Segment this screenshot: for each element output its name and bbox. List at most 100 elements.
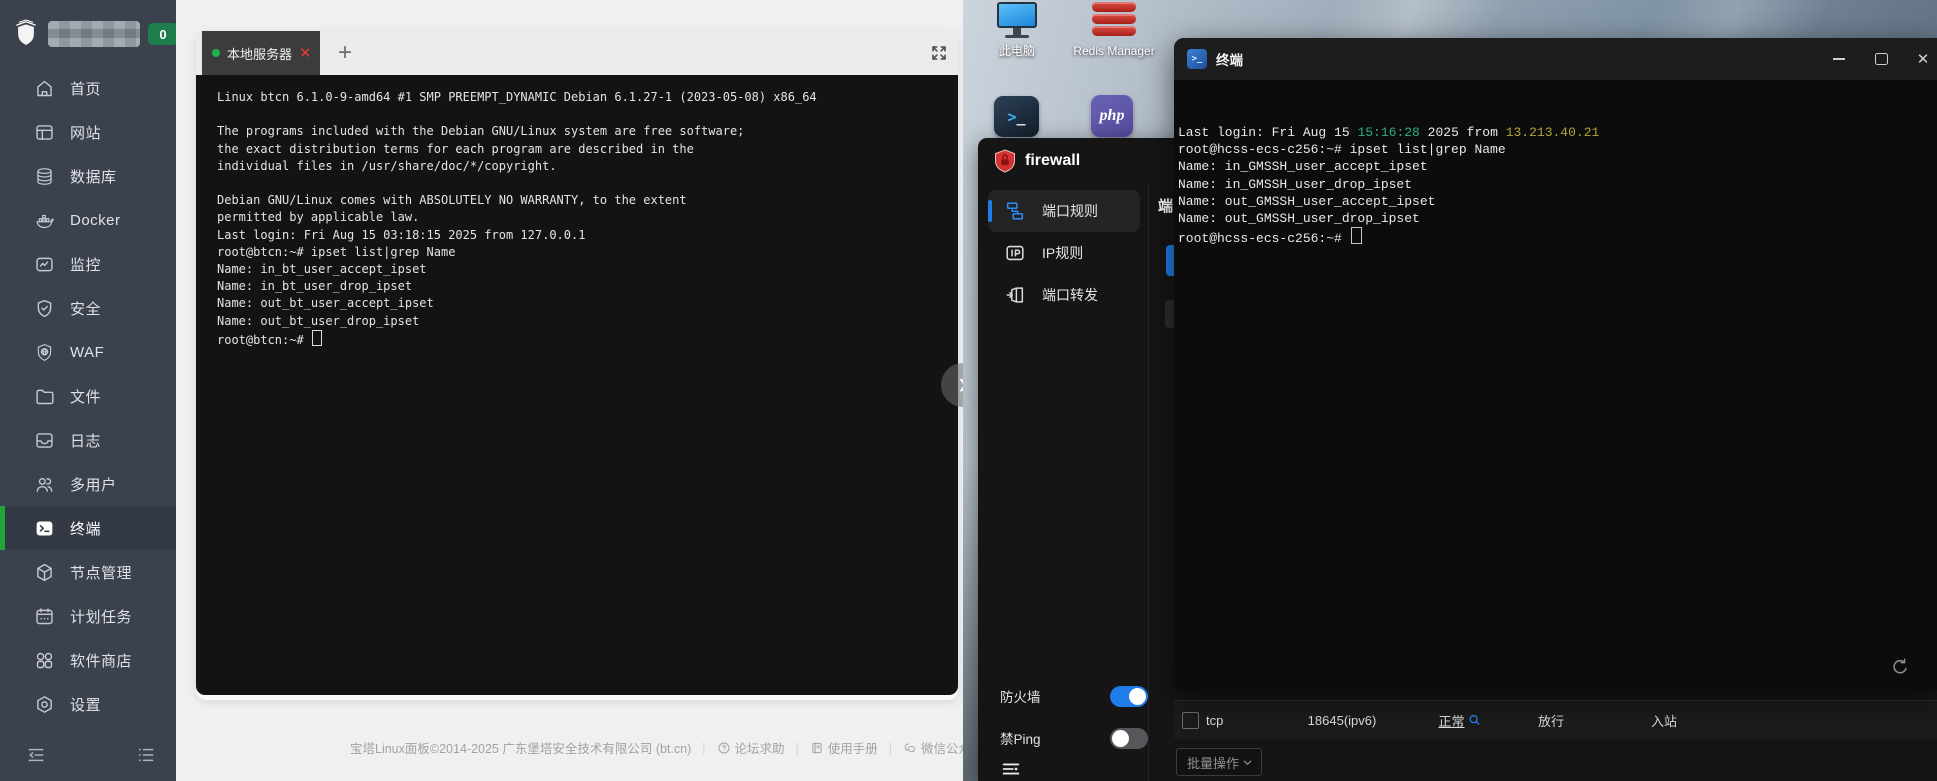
add-tab-button[interactable]: + bbox=[327, 31, 363, 75]
minimize-icon bbox=[1833, 58, 1845, 60]
remote-terminal-titlebar[interactable]: >_ 终端 ✕ bbox=[1174, 38, 1937, 80]
batch-action-label: 批量操作 bbox=[1187, 753, 1239, 772]
sidebar-item-appstore[interactable]: 软件商店 bbox=[0, 638, 176, 682]
desktop-icon-php[interactable]: php bbox=[1091, 95, 1133, 137]
sidebar-item-label: Docker bbox=[70, 212, 121, 229]
terminal-prompt-line: root@btcn:~# bbox=[217, 330, 958, 349]
sidebar-item-label: 设置 bbox=[70, 694, 101, 715]
firewall-menu-ip-rules[interactable]: IP规则 bbox=[988, 232, 1140, 274]
minimize-button[interactable] bbox=[1825, 45, 1853, 73]
footer-link-wechat[interactable]: 微信公众号 bbox=[903, 738, 963, 757]
nav-list-icon[interactable] bbox=[136, 745, 156, 765]
rule-protocol: tcp bbox=[1206, 701, 1223, 739]
port-rule-row[interactable]: tcp 18645(ipv6) 正常 放行 入站 bbox=[1174, 700, 1937, 739]
sidebar-item-multiuser[interactable]: 多用户 bbox=[0, 462, 176, 506]
refresh-icon[interactable] bbox=[1889, 656, 1911, 678]
rule-checkbox[interactable] bbox=[1182, 701, 1199, 739]
sidebar-item-label: 安全 bbox=[70, 298, 101, 319]
terminal-line: root@hcss-ecs-c256:~# ipset list|grep Na… bbox=[1178, 141, 1937, 158]
divider bbox=[1148, 184, 1149, 781]
remote-terminal-window: >_ 终端 ✕ Last login: Fri Aug 15 15:16:28 … bbox=[1174, 38, 1937, 690]
logs-icon bbox=[34, 430, 55, 451]
footer-link-forum[interactable]: 论坛求助 bbox=[717, 738, 785, 757]
expand-icon[interactable] bbox=[930, 44, 948, 62]
sidebar-item-waf[interactable]: WAF bbox=[0, 330, 176, 374]
footer-link-manual[interactable]: 使用手册 bbox=[810, 738, 878, 757]
desktop-icon-label: 此电脑 bbox=[999, 44, 1035, 58]
footer-link-label: 微信公众号 bbox=[921, 738, 963, 757]
sidebar-item-files[interactable]: 文件 bbox=[0, 374, 176, 418]
desktop-icon-redis-manager[interactable]: Redis Manager bbox=[1072, 2, 1156, 58]
sidebar-item-terminal[interactable]: 终端 bbox=[0, 506, 176, 550]
local-terminal-screen[interactable]: Linux btcn 6.1.0-9-amd64 #1 SMP PREEMPT_… bbox=[196, 75, 958, 695]
divider: | bbox=[702, 741, 705, 755]
terminal-line: Name: in_bt_user_drop_ipset bbox=[217, 278, 958, 295]
security-icon bbox=[34, 298, 55, 319]
firewall-menu-label: 端口规则 bbox=[1042, 201, 1098, 221]
sidebar-item-monitor[interactable]: 监控 bbox=[0, 242, 176, 286]
sidebar-item-label: 监控 bbox=[70, 254, 101, 275]
toggle-knob bbox=[1129, 688, 1146, 705]
sidebar-item-database[interactable]: 数据库 bbox=[0, 154, 176, 198]
menu-lines-icon[interactable] bbox=[1000, 758, 1022, 780]
firewall-menu: 端口规则 IP规则端口转发 bbox=[988, 190, 1140, 316]
nodes-icon bbox=[34, 562, 55, 583]
sidebar-item-label: 终端 bbox=[70, 518, 101, 539]
remote-terminal-title: 终端 bbox=[1216, 49, 1243, 69]
settings-icon bbox=[34, 694, 55, 715]
firewall-switch[interactable] bbox=[1110, 686, 1148, 707]
docker-icon bbox=[34, 210, 55, 231]
server-name-redacted bbox=[48, 21, 140, 47]
toggle-row-ping-block-switch: 禁Ping bbox=[1000, 726, 1148, 750]
port-rules-icon bbox=[1004, 200, 1026, 222]
checkbox[interactable] bbox=[1182, 712, 1199, 729]
sidebar-item-cron[interactable]: 计划任务 bbox=[0, 594, 176, 638]
terminal-line: Name: out_bt_user_drop_ipset bbox=[217, 313, 958, 330]
ip-rules-icon bbox=[1004, 242, 1026, 264]
sidebar-item-security[interactable]: 安全 bbox=[0, 286, 176, 330]
bt-sidebar: 0 首页网站数据库 Docker 监控安全 WAF 文件日志多用户终端节点管理计划任务软… bbox=[0, 0, 176, 781]
monitor-icon bbox=[34, 254, 55, 275]
sidebar-item-label: 文件 bbox=[70, 386, 101, 407]
terminal-cursor bbox=[1351, 227, 1362, 244]
batch-action-select[interactable]: 批量操作 bbox=[1176, 748, 1262, 776]
sidebar-item-nodes[interactable]: 节点管理 bbox=[0, 550, 176, 594]
sidebar-item-logs[interactable]: 日志 bbox=[0, 418, 176, 462]
rule-direction: 入站 bbox=[1651, 701, 1677, 739]
firewall-menu-port-rules[interactable]: 端口规则 bbox=[988, 190, 1140, 232]
tab-local-server[interactable]: 本地服务器 ✕ bbox=[202, 31, 320, 75]
sidebar-item-home[interactable]: 首页 bbox=[0, 66, 176, 110]
book-icon bbox=[810, 741, 824, 755]
desktop-icon-this-pc[interactable]: 此电脑 bbox=[975, 2, 1059, 58]
firewall-menu-label: 端口转发 bbox=[1042, 285, 1098, 305]
port-forward-icon bbox=[1004, 284, 1026, 306]
terminal-line: root@hcss-ecs-c256:~# bbox=[1178, 227, 1937, 247]
windows-desktop: 此电脑 Redis Manager >_ php firewall 端口规则IP… bbox=[963, 0, 1937, 781]
maximize-button[interactable] bbox=[1867, 45, 1895, 73]
close-button[interactable]: ✕ bbox=[1909, 45, 1937, 73]
rule-status-link[interactable]: 正常 bbox=[1438, 701, 1481, 739]
connected-dot-icon bbox=[212, 49, 220, 57]
remote-terminal-screen[interactable]: Last login: Fri Aug 15 15:16:28 2025 fro… bbox=[1178, 118, 1937, 690]
terminal-line: individual files in /usr/share/doc/*/cop… bbox=[217, 158, 958, 175]
sidebar-item-settings[interactable]: 设置 bbox=[0, 682, 176, 726]
terminal-line bbox=[217, 175, 958, 192]
ping-block-switch[interactable] bbox=[1110, 728, 1148, 749]
desktop-icon-terminal-app[interactable]: >_ bbox=[994, 96, 1039, 137]
close-tab-icon[interactable]: ✕ bbox=[299, 46, 312, 61]
terminal-line: Name: in_GMSSH_user_drop_ipset bbox=[1178, 176, 1937, 193]
terminal-tabbar: 本地服务器 ✕ + bbox=[196, 31, 958, 75]
tab-title: 本地服务器 bbox=[227, 44, 292, 63]
firewall-menu-label: IP规则 bbox=[1042, 243, 1083, 263]
sidebar-item-website[interactable]: 网站 bbox=[0, 110, 176, 154]
sidebar-item-docker[interactable]: Docker bbox=[0, 198, 176, 242]
bt-sidebar-bottom bbox=[0, 745, 176, 769]
partially-hidden-heading: 端 bbox=[1158, 195, 1173, 216]
desktop-icon-label: Redis Manager bbox=[1073, 44, 1154, 58]
collapse-sidebar-icon[interactable] bbox=[26, 745, 46, 765]
bt-main-content: 本地服务器 ✕ + Linux btcn 6.1.0-9-amd64 #1 SM… bbox=[176, 0, 963, 781]
message-count-badge[interactable]: 0 bbox=[148, 23, 178, 45]
firewall-menu-port-forward[interactable]: 端口转发 bbox=[988, 274, 1140, 316]
sidebar-item-label: 日志 bbox=[70, 430, 101, 451]
toggle-label: 防火墙 bbox=[1000, 686, 1041, 706]
